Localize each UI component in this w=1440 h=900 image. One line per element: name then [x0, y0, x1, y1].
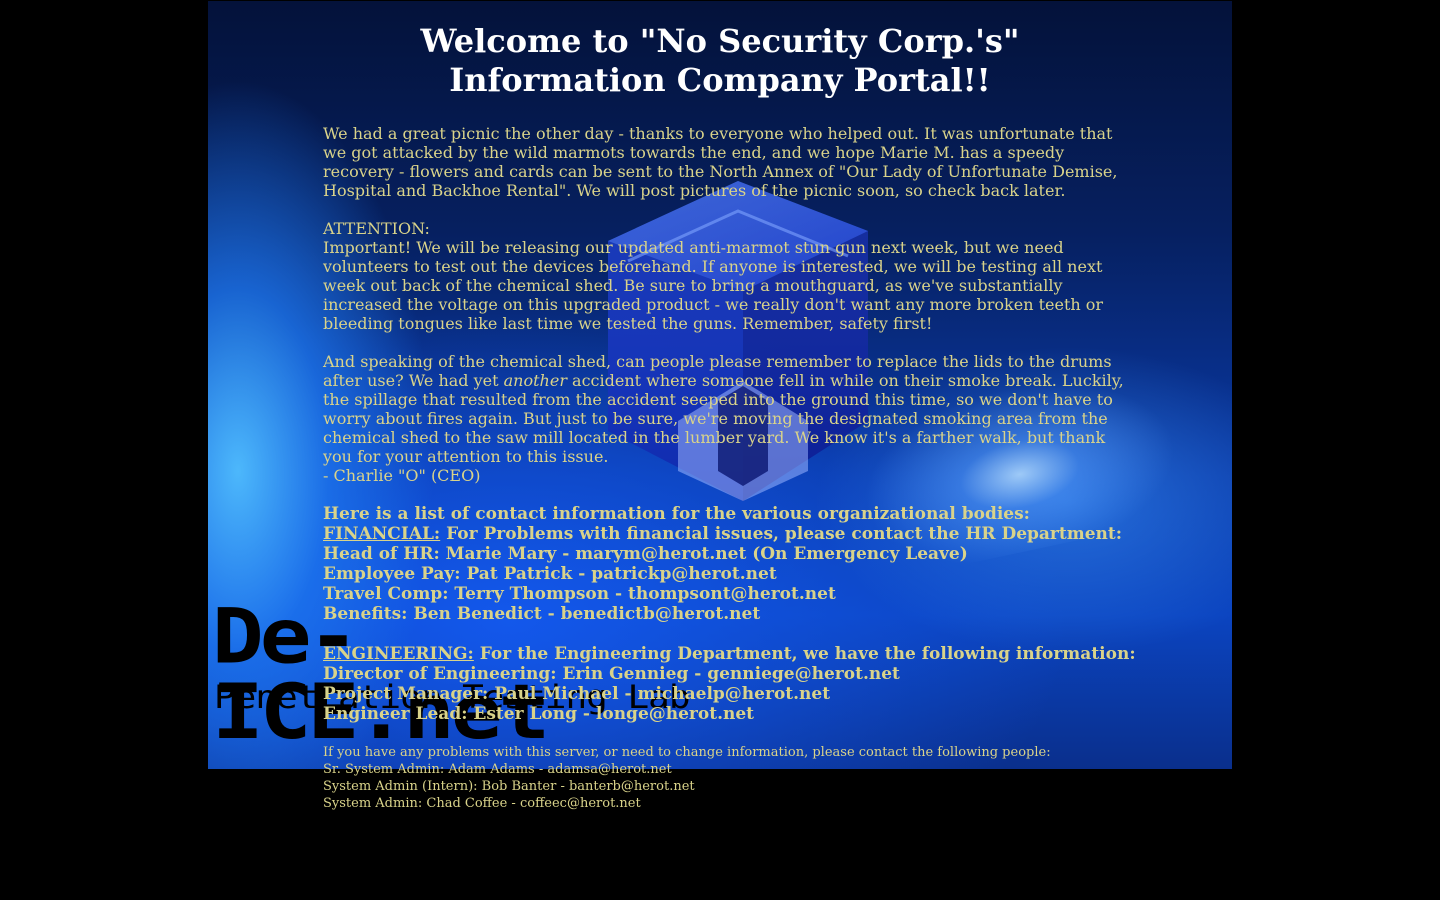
admin-intro: If you have any problems with this serve… — [323, 745, 1051, 760]
financial-text: For Problems with financial issues, plea… — [440, 524, 1123, 544]
contact-list: Here is a list of contact information fo… — [323, 504, 1136, 724]
ceo-signature: - Charlie "O" (CEO) — [323, 466, 481, 485]
financial-heading: FINANCIAL: For Problems with financial i… — [323, 524, 1123, 544]
chemical-shed-line: worry about fires again. But just to be … — [323, 409, 1108, 428]
attention-line: bleeding tongues like last time we teste… — [323, 314, 933, 333]
chemical-shed-paragraph: And speaking of the chemical shed, can p… — [323, 352, 1124, 485]
attention-label: ATTENTION: — [323, 219, 430, 238]
emphasis-text: another — [503, 371, 567, 390]
attention-paragraph: ATTENTION: Important! We will be releasi… — [323, 219, 1123, 333]
page-title-line-1: Welcome to "No Security Corp.'s" — [420, 22, 1020, 60]
chemical-shed-line: the spillage that resulted from the acci… — [323, 390, 1113, 409]
picnic-line: Hospital and Backhoe Rental". We will po… — [323, 181, 1066, 200]
financial-label: FINANCIAL: — [323, 524, 441, 544]
engineering-label: ENGINEERING: — [323, 644, 474, 664]
engineering-contact: Project Manager: Paul Michael - michaelp… — [323, 684, 831, 704]
page-title-line-2: Information Company Portal!! — [449, 61, 991, 99]
chemical-shed-line: And speaking of the chemical shed, can p… — [323, 352, 1112, 371]
picnic-news-paragraph: We had a great picnic the other day - th… — [323, 124, 1123, 200]
picnic-line: we got attacked by the wild marmots towa… — [323, 143, 1065, 162]
attention-line: increased the voltage on this upgraded p… — [323, 295, 1104, 314]
page-title: Welcome to "No Security Corp.'s" Informa… — [323, 22, 1117, 100]
admin-contact: System Admin: Chad Coffee - coffeec@hero… — [323, 796, 641, 811]
engineering-contact: Engineer Lead: Ester Long - longe@herot.… — [323, 704, 755, 724]
chemical-shed-line: after use? We had yet another accident w… — [323, 371, 1124, 390]
financial-contact: Employee Pay: Pat Patrick - patrickp@her… — [323, 564, 777, 584]
main-content: Welcome to "No Security Corp.'s" Informa… — [323, 0, 1136, 811]
picnic-line: We had a great picnic the other day - th… — [323, 124, 1113, 143]
attention-line: Important! We will be releasing our upda… — [323, 238, 1064, 257]
chemical-shed-text: accident where someone fell in while on … — [566, 371, 1124, 390]
contact-intro: Here is a list of contact information fo… — [323, 504, 1030, 524]
attention-line: volunteers to test out the devices befor… — [323, 257, 1103, 276]
financial-contact: Head of HR: Marie Mary - marym@herot.net… — [323, 544, 968, 564]
engineering-contact: Director of Engineering: Erin Gennieg - … — [323, 664, 900, 684]
picnic-line: recovery - flowers and cards can be sent… — [323, 162, 1118, 181]
financial-contact: Travel Comp: Terry Thompson - thompsont@… — [323, 584, 836, 604]
engineering-text: For the Engineering Department, we have … — [473, 644, 1136, 664]
server-admin-contacts: If you have any problems with this serve… — [323, 744, 1123, 812]
chemical-shed-line: you for your attention to this issue. — [323, 447, 609, 466]
financial-contact: Benefits: Ben Benedict - benedictb@herot… — [323, 604, 761, 624]
admin-contact: Sr. System Admin: Adam Adams - adamsa@he… — [323, 762, 672, 777]
admin-contact: System Admin (Intern): Bob Banter - bant… — [323, 779, 695, 794]
page: De-ICE.net Penetration Testing Lab Welco… — [0, 0, 1440, 900]
engineering-heading: ENGINEERING: For the Engineering Departm… — [323, 644, 1136, 664]
chemical-shed-line: chemical shed to the saw mill located in… — [323, 428, 1106, 447]
chemical-shed-text: after use? We had yet — [323, 371, 504, 390]
attention-line: week out back of the chemical shed. Be s… — [323, 276, 1063, 295]
